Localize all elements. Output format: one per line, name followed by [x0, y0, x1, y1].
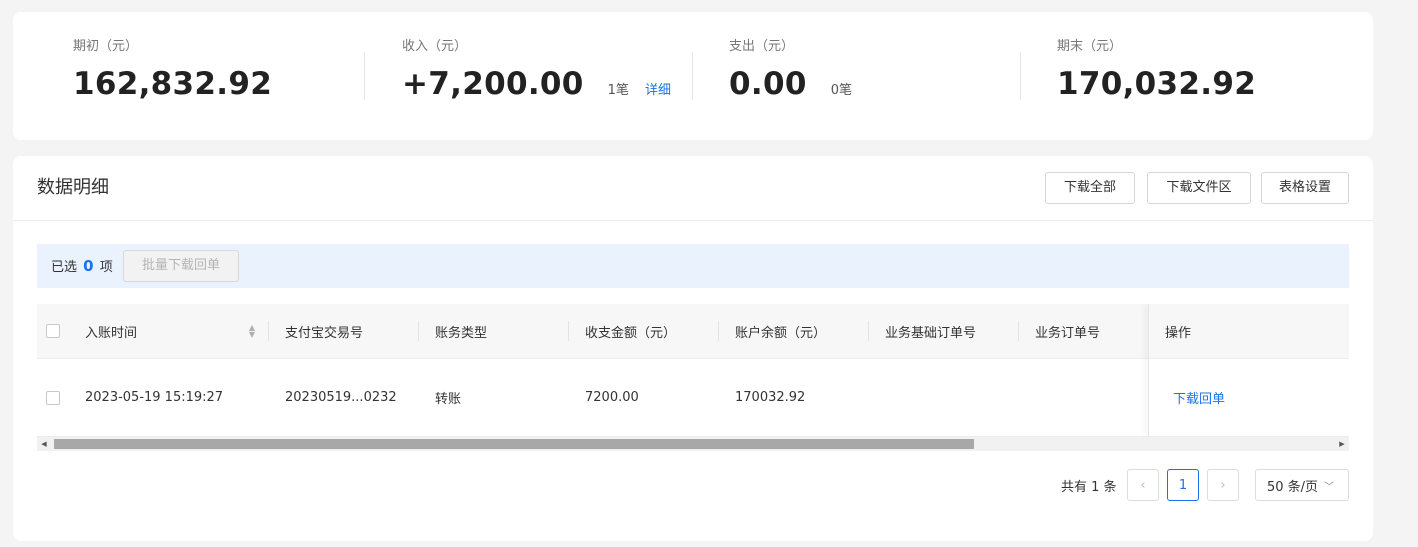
chevron-right-icon: ›: [1220, 477, 1226, 493]
column-header: 账务类型: [435, 325, 488, 341]
opening-label: 期初（元）: [73, 39, 139, 54]
stat-divider: [1020, 52, 1021, 100]
cell-amount: 7200.00: [585, 390, 639, 405]
column-header-action: 操作: [1165, 325, 1192, 341]
opening-stat: 期初（元） 162,832.92: [73, 38, 272, 104]
selection-prefix: 已选: [51, 260, 78, 275]
sort-icon[interactable]: ▲ ▼: [249, 324, 255, 339]
cell-type: 转账: [435, 392, 462, 407]
selection-text: 已选 0 项: [51, 256, 113, 278]
download-receipt-link[interactable]: 下载回单: [1173, 388, 1225, 407]
column-header: 账户余额（元）: [735, 325, 827, 341]
row-checkbox[interactable]: [46, 390, 60, 405]
action-column: 操作 下载回单: [1148, 304, 1349, 437]
expense-count: 0笔: [830, 83, 852, 98]
income-detail-link[interactable]: 详细: [645, 79, 671, 98]
download-all-button[interactable]: 下载全部: [1045, 172, 1135, 204]
selection-suffix: 项: [99, 260, 113, 275]
cell-trade-no: 20230519...0232: [285, 390, 397, 405]
batch-download-button[interactable]: 批量下载回单: [123, 250, 239, 282]
prev-page-button[interactable]: ‹: [1127, 469, 1159, 501]
scrollbar-thumb[interactable]: [54, 439, 975, 449]
scroll-left-icon[interactable]: ◀: [37, 437, 51, 451]
closing-label: 期末（元）: [1057, 39, 1123, 54]
selection-bar: 已选 0 项 批量下载回单: [37, 244, 1349, 288]
stat-divider: [692, 52, 693, 100]
page-size-select[interactable]: 50 条/页 ﹀: [1255, 469, 1349, 501]
column-header[interactable]: 入账时间 ▲ ▼: [85, 304, 255, 358]
income-label: 收入（元）: [402, 39, 468, 54]
closing-stat: 期末（元） 170,032.92: [1057, 38, 1256, 104]
selection-count: 0: [83, 257, 94, 275]
details-title: 数据明细: [37, 177, 109, 198]
details-card: 数据明细 下载全部 下载文件区 表格设置 已选 0 项 批量下载回单 入账时间 …: [13, 156, 1373, 541]
horizontal-scrollbar[interactable]: ◀ ▶: [37, 437, 1349, 451]
expense-value: 0.00: [729, 66, 807, 102]
expense-label: 支出（元）: [729, 39, 795, 54]
pagination: 共有 1 条 ‹ 1 › 50 条/页 ﹀: [13, 469, 1373, 501]
income-stat: 收入（元） +7,200.00 1笔 详细: [402, 38, 671, 104]
data-table: 入账时间 ▲ ▼ 支付宝交易号 账务类型 收支金额（元） 账户余额（元） 业务基础…: [37, 304, 1349, 452]
scroll-right-icon[interactable]: ▶: [1335, 437, 1349, 451]
page-button-current[interactable]: 1: [1167, 469, 1199, 501]
summary-card: 期初（元） 162,832.92 收入（元） +7,200.00 1笔 详细 支…: [13, 12, 1373, 140]
cell-time: 2023-05-19 15:19:27: [85, 390, 224, 405]
stat-divider: [364, 52, 365, 100]
cell-balance: 170032.92: [735, 390, 806, 405]
select-all-checkbox[interactable]: [46, 324, 60, 338]
column-header: 业务基础订单号: [885, 325, 977, 341]
column-header: 收支金额（元）: [585, 325, 677, 341]
column-header: 支付宝交易号: [285, 325, 364, 341]
chevron-down-icon: ﹀: [1324, 481, 1335, 493]
income-value: +7,200.00: [402, 66, 584, 102]
closing-value: 170,032.92: [1057, 66, 1257, 102]
expense-stat: 支出（元） 0.00 0笔: [729, 38, 852, 104]
income-count: 1笔: [607, 83, 629, 98]
chevron-left-icon: ‹: [1140, 477, 1146, 493]
column-header: 业务订单号: [1035, 325, 1101, 341]
details-header: 数据明细 下载全部 下载文件区 表格设置: [13, 156, 1373, 221]
page-size-value: 50 条/页: [1267, 479, 1319, 495]
opening-value: 162,832.92: [73, 66, 273, 102]
download-files-button[interactable]: 下载文件区: [1147, 172, 1251, 204]
table-settings-button[interactable]: 表格设置: [1261, 172, 1349, 204]
pagination-total: 共有 1 条: [1061, 480, 1117, 495]
next-page-button[interactable]: ›: [1207, 469, 1239, 501]
